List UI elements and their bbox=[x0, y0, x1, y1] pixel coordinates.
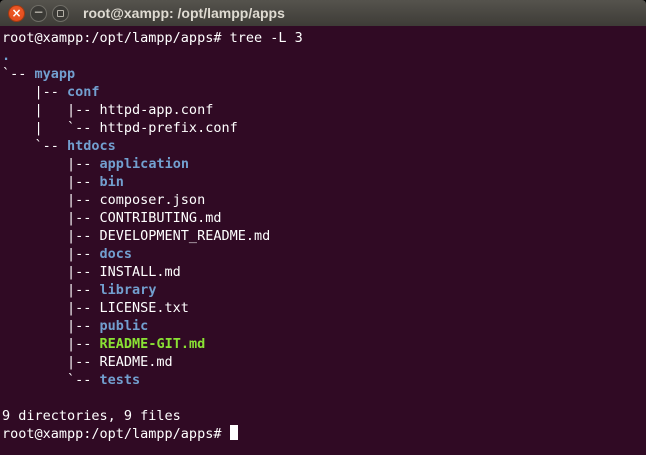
terminal-text: |-- LICENSE.txt bbox=[2, 300, 189, 316]
directory-name: docs bbox=[100, 246, 133, 262]
terminal-line: `-- htdocs bbox=[2, 137, 644, 155]
terminal-text: |-- CONTRIBUTING.md bbox=[2, 210, 221, 226]
terminal-text: root@xampp:/opt/lampp/apps# tree -L 3 bbox=[2, 30, 303, 46]
terminal-line: |-- README.md bbox=[2, 353, 644, 371]
terminal-line: |-- application bbox=[2, 155, 644, 173]
terminal-text: |-- bbox=[2, 282, 100, 298]
terminal-text: |-- bbox=[2, 246, 100, 262]
terminal-line: |-- README-GIT.md bbox=[2, 335, 644, 353]
terminal-line: |-- bin bbox=[2, 173, 644, 191]
directory-name: public bbox=[100, 318, 149, 334]
terminal-text: |-- composer.json bbox=[2, 192, 205, 208]
terminal-line: |-- DEVELOPMENT_README.md bbox=[2, 227, 644, 245]
terminal-line: `-- myapp bbox=[2, 65, 644, 83]
terminal-text: 9 directories, 9 files bbox=[2, 408, 181, 424]
terminal-text: `-- bbox=[2, 66, 35, 82]
directory-name: htdocs bbox=[67, 138, 116, 154]
terminal-line: | `-- httpd-prefix.conf bbox=[2, 119, 644, 137]
terminal-line: `-- tests bbox=[2, 371, 644, 389]
terminal-text: |-- bbox=[2, 336, 100, 352]
directory-name: tests bbox=[100, 372, 141, 388]
terminal-line bbox=[2, 389, 644, 407]
minimize-icon: − bbox=[33, 6, 43, 18]
terminal-window: × − root@xampp: /opt/lampp/apps root@xam… bbox=[0, 0, 646, 455]
terminal-text: | |-- httpd-app.conf bbox=[2, 102, 213, 118]
terminal-text: |-- bbox=[2, 318, 100, 334]
terminal-text: | `-- httpd-prefix.conf bbox=[2, 120, 238, 136]
close-icon: × bbox=[11, 7, 21, 19]
window-controls: × − bbox=[8, 5, 69, 22]
directory-name: myapp bbox=[35, 66, 76, 82]
terminal-line: |-- composer.json bbox=[2, 191, 644, 209]
directory-name: . bbox=[2, 48, 10, 64]
terminal-text: `-- bbox=[2, 372, 100, 388]
maximize-icon bbox=[57, 10, 64, 17]
terminal-cursor bbox=[230, 425, 238, 440]
terminal-line: . bbox=[2, 47, 644, 65]
window-title: root@xampp: /opt/lampp/apps bbox=[83, 5, 285, 21]
minimize-button[interactable]: − bbox=[30, 5, 47, 22]
title-bar[interactable]: × − root@xampp: /opt/lampp/apps bbox=[0, 0, 646, 26]
terminal-text: |-- README.md bbox=[2, 354, 173, 370]
executable-name: README-GIT.md bbox=[100, 336, 206, 352]
terminal-line: |-- INSTALL.md bbox=[2, 263, 644, 281]
terminal-line: | |-- httpd-app.conf bbox=[2, 101, 644, 119]
terminal-text: `-- bbox=[2, 138, 67, 154]
terminal-line: |-- conf bbox=[2, 83, 644, 101]
directory-name: application bbox=[100, 156, 189, 172]
directory-name: library bbox=[100, 282, 157, 298]
terminal-line: |-- public bbox=[2, 317, 644, 335]
terminal-line: |-- docs bbox=[2, 245, 644, 263]
terminal-text: root@xampp:/opt/lampp/apps# bbox=[2, 426, 230, 442]
terminal-text: |-- bbox=[2, 84, 67, 100]
close-button[interactable]: × bbox=[8, 5, 25, 22]
terminal-line: root@xampp:/opt/lampp/apps# bbox=[2, 425, 644, 443]
terminal-line: |-- CONTRIBUTING.md bbox=[2, 209, 644, 227]
terminal-line: |-- library bbox=[2, 281, 644, 299]
terminal-line: 9 directories, 9 files bbox=[2, 407, 644, 425]
terminal-line: |-- LICENSE.txt bbox=[2, 299, 644, 317]
terminal-text: |-- bbox=[2, 156, 100, 172]
terminal-text: |-- INSTALL.md bbox=[2, 264, 181, 280]
terminal-text: |-- DEVELOPMENT_README.md bbox=[2, 228, 270, 244]
terminal-line: root@xampp:/opt/lampp/apps# tree -L 3 bbox=[2, 29, 644, 47]
directory-name: conf bbox=[67, 84, 100, 100]
maximize-button[interactable] bbox=[52, 5, 69, 22]
terminal-text: |-- bbox=[2, 174, 100, 190]
directory-name: bin bbox=[100, 174, 124, 190]
terminal-output[interactable]: root@xampp:/opt/lampp/apps# tree -L 3.`-… bbox=[0, 26, 646, 455]
